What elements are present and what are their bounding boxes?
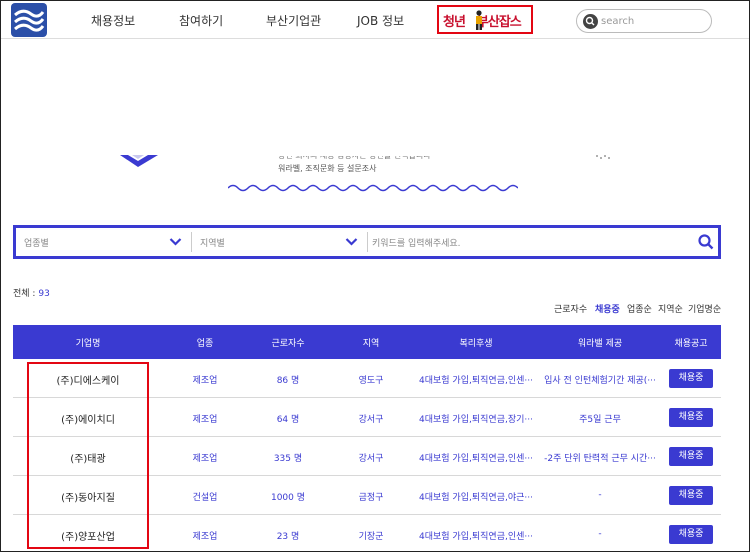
industry-select-label: 업종별 — [24, 239, 49, 249]
industry-select[interactable]: 업종별 — [16, 228, 191, 256]
welfare-cell: 4대보험 가입,퇴직연금,장기··· — [419, 415, 533, 425]
chevron-down-icon — [345, 238, 358, 246]
banner-text-line2: 워라벨, 조직문화 등 설문조사 — [278, 164, 377, 173]
search-icon[interactable] — [696, 232, 716, 252]
chevron-down-icon — [169, 238, 182, 246]
worklife-cell: -2주 단위 탄력적 근무 시간··· — [544, 454, 656, 464]
region-cell: 기장군 — [358, 532, 384, 542]
table-row[interactable]: (주)동아지질 건설업 1000 명 금정구 4대보험 가입,퇴직연금,야근··… — [13, 476, 721, 515]
workers-cell: 64 명 — [276, 415, 300, 425]
hiring-button[interactable]: 채용중 — [669, 408, 713, 427]
table-header: 기업명 업종 근로자수 지역 복리후생 워라밸 제공 채용공고 — [13, 325, 721, 359]
region-cell: 강서구 — [358, 454, 384, 464]
hiring-button[interactable]: 채용중 — [669, 447, 713, 466]
col-header-worklife[interactable]: 워라밸 제공 — [578, 336, 622, 349]
worklife-cell: - — [598, 490, 602, 500]
keyword-input[interactable]: 키워드를 입력해주세요. — [372, 236, 461, 249]
worklife-cell: 주5일 근무 — [579, 415, 621, 425]
youth-label: 청년 — [443, 15, 466, 30]
filter-bar: 업종별 지역별 키워드를 입력해주세요. — [13, 225, 721, 259]
banner-illustration-right — [596, 155, 610, 159]
region-select[interactable]: 지역별 — [192, 228, 367, 256]
banner-wave-divider — [228, 184, 518, 192]
sort-hiring[interactable]: 채용중 — [595, 302, 620, 315]
worklife-cell: - — [598, 529, 602, 539]
industry-cell: 제조업 — [192, 376, 218, 386]
industry-cell: 제조업 — [192, 454, 218, 464]
sort-company-name[interactable]: 기업명순 — [688, 302, 721, 315]
person-icon — [476, 10, 482, 30]
welfare-cell: 4대보험 가입,퇴직연금,인센··· — [419, 532, 533, 542]
col-header-job-posting[interactable]: 채용공고 — [674, 336, 707, 349]
nav-item-participate[interactable]: 참여하기 — [179, 12, 223, 29]
banner-illustration-left — [120, 155, 158, 167]
worklife-cell: 입사 전 인턴체험기간 제공(··· — [544, 376, 656, 386]
site-header: 채용정보 참여하기 부산기업관 JOB 정보 청년 부산잡스 — [1, 1, 749, 39]
nav-item-busan-companies[interactable]: 부산기업관 — [266, 12, 321, 29]
busan-logo-icon[interactable] — [11, 3, 47, 37]
region-cell: 영도구 — [358, 376, 384, 386]
youth-busan-jobs-link[interactable]: 청년 부산잡스 — [437, 5, 533, 34]
hiring-button[interactable]: 채용중 — [669, 486, 713, 505]
sort-workers[interactable]: 근로자수 — [554, 302, 587, 315]
col-header-welfare[interactable]: 복리후생 — [459, 336, 492, 349]
table-row[interactable]: (주)에이치디 제조업 64 명 강서구 4대보험 가입,퇴직연금,장기··· … — [13, 398, 721, 437]
welfare-cell: 4대보험 가입,퇴직연금,인센··· — [419, 376, 533, 386]
welfare-cell: 4대보험 가입,퇴직연금,야근··· — [419, 493, 533, 503]
welfare-cell: 4대보험 가입,퇴직연금,인센··· — [419, 454, 533, 464]
total-number: 93 — [38, 289, 50, 299]
region-select-label: 지역별 — [200, 239, 225, 249]
total-label: 전체 : — [13, 289, 36, 299]
table-row[interactable]: (주)디에스케이 제조업 86 명 영도구 4대보험 가입,퇴직연금,인센···… — [13, 359, 721, 398]
company-name[interactable]: (주)동아지질 — [61, 489, 115, 504]
search-icon[interactable] — [583, 14, 598, 29]
total-count: 전체 : 93 — [13, 286, 50, 299]
company-name[interactable]: (주)디에스케이 — [56, 372, 119, 387]
company-name[interactable]: (주)태광 — [70, 450, 105, 465]
col-header-industry[interactable]: 업종 — [197, 336, 214, 349]
col-header-region[interactable]: 지역 — [363, 336, 380, 349]
region-cell: 강서구 — [358, 415, 384, 425]
industry-cell: 건설업 — [192, 493, 218, 503]
company-name[interactable]: (주)양포산업 — [61, 528, 115, 543]
nav-item-job-info[interactable]: JOB 정보 — [357, 12, 404, 29]
workers-cell: 1000 명 — [270, 493, 306, 503]
col-header-company[interactable]: 기업명 — [76, 336, 101, 349]
table-row[interactable]: (주)태광 제조업 335 명 강서구 4대보험 가입,퇴직연금,인센··· -… — [13, 437, 721, 476]
hiring-button[interactable]: 채용중 — [669, 525, 713, 544]
col-header-workers[interactable]: 근로자수 — [271, 336, 304, 349]
company-name[interactable]: (주)에이치디 — [61, 411, 115, 426]
industry-cell: 제조업 — [192, 415, 218, 425]
sort-industry[interactable]: 업종순 — [627, 302, 652, 315]
hiring-button[interactable]: 채용중 — [669, 369, 713, 388]
search-box[interactable] — [576, 9, 712, 33]
sort-region[interactable]: 지역순 — [658, 302, 683, 315]
table-row[interactable]: (주)양포산업 제조업 23 명 기장군 4대보험 가입,퇴직연금,인센··· … — [13, 515, 721, 552]
industry-cell: 제조업 — [192, 532, 218, 542]
filter-divider — [367, 232, 368, 252]
workers-cell: 335 명 — [273, 454, 303, 464]
search-input[interactable] — [601, 12, 701, 30]
workers-cell: 23 명 — [276, 532, 300, 542]
workers-cell: 86 명 — [276, 376, 300, 386]
region-cell: 금정구 — [358, 493, 384, 503]
nav-item-jobs[interactable]: 채용정보 — [91, 12, 135, 29]
